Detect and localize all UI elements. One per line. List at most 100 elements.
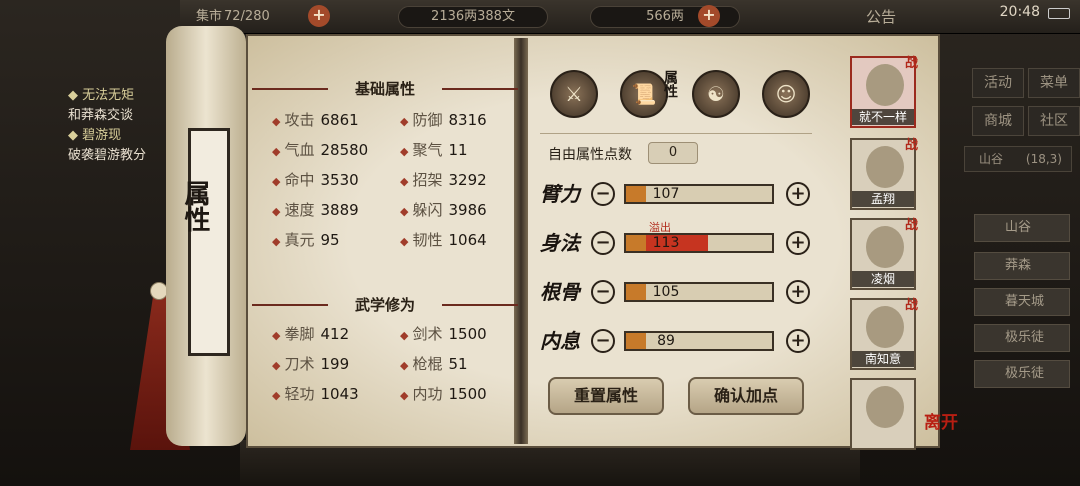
basic-stat: ◆ 攻击 6861 (272, 110, 359, 132)
basic-stat: ◆ 招架 3292 (400, 170, 487, 192)
scroll-tab-title: 属性 (180, 180, 210, 232)
decrease-button[interactable]: − (591, 280, 615, 304)
stat-name: 躲闪 (412, 201, 443, 219)
stat-name: 内功 (412, 385, 443, 403)
stat-name: 真元 (284, 231, 315, 249)
portrait-face (866, 306, 904, 348)
portrait-face (866, 146, 904, 188)
diamond-icon: ◆ (400, 329, 409, 342)
quest-title: ◆ 碧游现 (68, 128, 122, 143)
top-bar: 集市 72/280 + 2136两388文 566两 + 公告 20:48 (180, 0, 1080, 34)
basic-stat: ◆ 聚气 11 (400, 140, 468, 162)
portrait-face (866, 386, 904, 428)
stat-value: 1064 (448, 231, 487, 249)
stat-name: 攻击 (284, 111, 315, 129)
meridian-tab-icon[interactable]: ☺ (762, 70, 810, 118)
basic-stat: ◆ 躲闪 3986 (400, 200, 487, 222)
diamond-icon: ◆ (272, 389, 281, 402)
portrait-face (866, 226, 904, 268)
decrease-button[interactable]: − (591, 329, 615, 353)
npc-button[interactable]: 莽森 (974, 252, 1070, 280)
attribute-label: 根骨 (540, 280, 580, 304)
activity-button[interactable]: 活动 (972, 68, 1024, 98)
bag-plus-button[interactable]: + (308, 5, 330, 27)
attribute-value: 107 (652, 186, 680, 202)
stat-value: 95 (320, 231, 340, 249)
stat-value: 8316 (448, 111, 487, 129)
attribute-label: 臂力 (540, 182, 580, 206)
scroll-tab[interactable] (188, 128, 230, 356)
notice-button[interactable]: 公告 (866, 6, 896, 28)
diamond-icon: ◆ (272, 115, 281, 128)
diamond-icon: ◆ (272, 329, 281, 342)
martial-stat: ◆ 枪棍 51 (400, 354, 468, 376)
stat-name: 速度 (284, 201, 315, 219)
stat-value: 28580 (320, 141, 369, 159)
basic-stat: ◆ 气血 28580 (272, 140, 368, 162)
basic-stat: ◆ 防御 8316 (400, 110, 487, 132)
diamond-icon: ◆ (400, 359, 409, 372)
free-points-label: 自由属性点数 (548, 147, 632, 163)
attribute-label: 内息 (540, 329, 580, 353)
party-member[interactable]: 凌烟 战 (850, 218, 918, 290)
taiji-tab-icon[interactable]: ☯ (692, 70, 740, 118)
silver-display: 2136两388文 (398, 6, 548, 28)
reset-attributes-button[interactable]: 重置属性 (548, 377, 664, 415)
stat-value: 3530 (320, 171, 359, 189)
attribute-label: 身法 (540, 231, 580, 255)
divider (540, 133, 812, 134)
gold-plus-button[interactable]: + (698, 5, 720, 27)
increase-button[interactable]: + (786, 280, 810, 304)
equipment-tab-icon[interactable]: ⚔ (550, 70, 598, 118)
attribute-bar: 113 (624, 233, 774, 253)
stat-name: 招架 (412, 171, 443, 189)
member-name: 凌烟 (852, 271, 914, 287)
stat-name: 枪棍 (412, 355, 443, 373)
party-member[interactable]: 南知意 战 (850, 298, 918, 370)
confirm-points-button[interactable]: 确认加点 (688, 377, 804, 415)
stat-value: 3986 (448, 201, 487, 219)
bag-label: 集市 (196, 9, 223, 24)
diamond-icon: ◆ (272, 359, 281, 372)
party-member[interactable]: 就不一样 战 (850, 56, 918, 128)
quest-desc: 和莽森交谈 (68, 108, 134, 123)
decrease-button[interactable]: − (591, 182, 615, 206)
diamond-icon: ◆ (272, 175, 281, 188)
shop-button[interactable]: 商城 (972, 106, 1024, 136)
battery-icon (1048, 8, 1070, 19)
attribute-value: 105 (652, 284, 680, 300)
free-points-value: 0 (648, 142, 698, 164)
decrease-button[interactable]: − (591, 231, 615, 255)
npc-button[interactable]: 极乐徒 (974, 324, 1070, 352)
diamond-icon: ◆ (400, 205, 409, 218)
paper-divider (514, 38, 528, 444)
party-member[interactable]: 孟翔 战 (850, 138, 918, 210)
increase-button[interactable]: + (786, 231, 810, 255)
npc-button[interactable]: 暮天城 (974, 288, 1070, 316)
martial-stat: ◆ 刀术 199 (272, 354, 349, 376)
stat-name: 刀术 (284, 355, 315, 373)
stat-value: 412 (320, 325, 350, 343)
stat-name: 剑术 (412, 325, 443, 343)
attribute-bar: 89 (624, 331, 774, 351)
stat-name: 防御 (412, 111, 443, 129)
stat-value: 11 (448, 141, 468, 159)
battle-badge: 战 (904, 56, 918, 71)
quest-tracker[interactable]: ◆ 无法无矩 和莽森交谈 ◆ 碧游现 破袭碧游教分 (68, 86, 178, 166)
npc-button[interactable]: 山谷 (974, 214, 1070, 242)
diamond-icon: ◆ (400, 145, 409, 158)
quest-title: ◆ 无法无矩 (68, 88, 135, 103)
npc-button[interactable]: 极乐徒 (974, 360, 1070, 388)
martial-stat: ◆ 拳脚 412 (272, 324, 349, 346)
increase-button[interactable]: + (786, 182, 810, 206)
menu-button[interactable]: 菜单 (1028, 68, 1080, 98)
increase-button[interactable]: + (786, 329, 810, 353)
stat-name: 气血 (284, 141, 315, 159)
community-button[interactable]: 社区 (1028, 106, 1080, 136)
party-member[interactable] (850, 378, 916, 450)
leave-button[interactable]: 离开 (924, 408, 958, 433)
location-display: 山谷 (18,3) (964, 146, 1072, 172)
stat-name: 拳脚 (284, 325, 315, 343)
member-name: 南知意 (852, 351, 914, 367)
attribute-bar: 105 (624, 282, 774, 302)
